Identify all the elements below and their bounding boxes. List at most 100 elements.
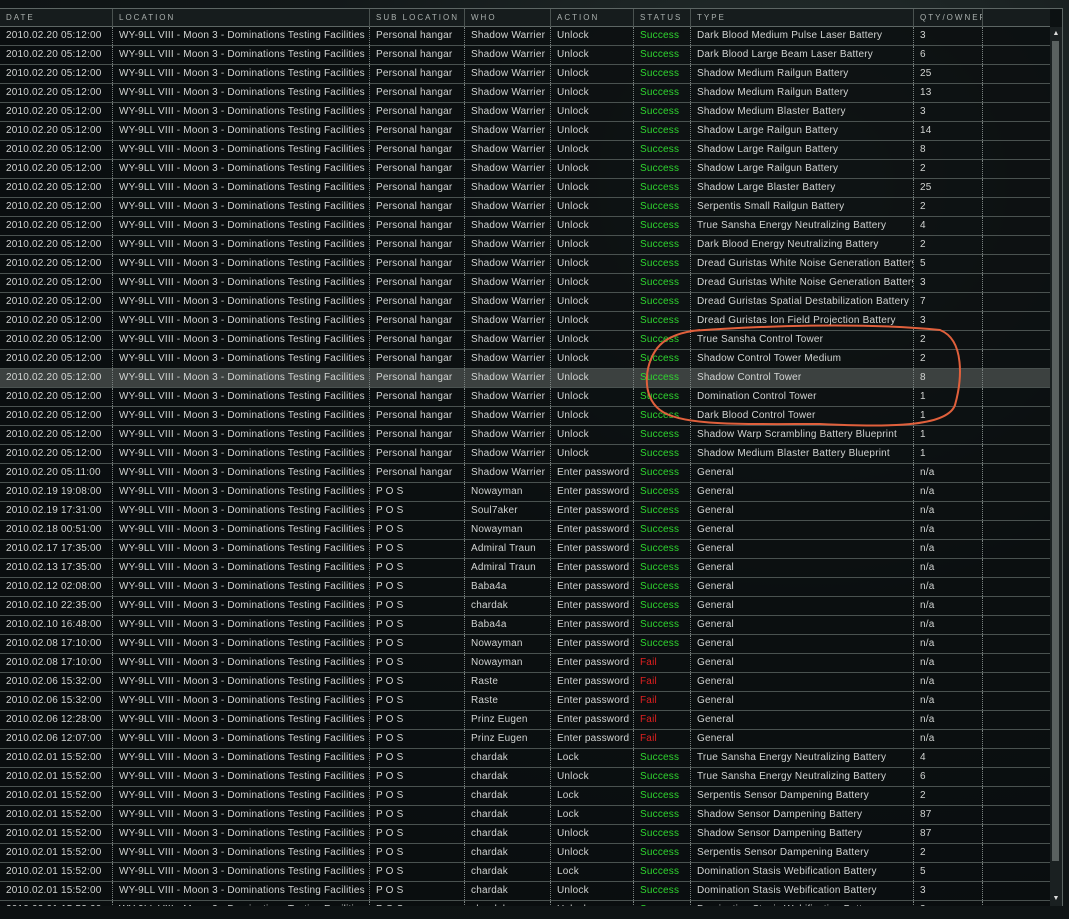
cell-qty-owner: 25 — [913, 65, 982, 83]
table-row[interactable]: 2010.02.01 15:52:00WY-9LL VIII - Moon 3 … — [0, 863, 1050, 882]
cell-sub-location: P O S — [369, 844, 464, 862]
header-who[interactable]: WHO — [464, 9, 550, 27]
cell-status: Success — [633, 388, 690, 406]
table-row[interactable]: 2010.02.01 15:52:00WY-9LL VIII - Moon 3 … — [0, 806, 1050, 825]
cell-status: Success — [633, 217, 690, 235]
table-row[interactable]: 2010.02.20 05:12:00 WY-9LL VIII - Moon 3 … — [0, 46, 1050, 65]
table-row[interactable]: 2010.02.20 05:12:00 WY-9LL VIII - Moon 3 … — [0, 331, 1050, 350]
table-row[interactable]: 2010.02.20 05:12:00 WY-9LL VIII - Moon 3 … — [0, 217, 1050, 236]
table-row[interactable]: 2010.02.12 02:08:00 WY-9LL VIII - Moon 3 … — [0, 578, 1050, 597]
cell-action: Enter password — [550, 635, 633, 653]
table-row[interactable]: 2010.02.20 05:12:00 WY-9LL VIII - Moon 3 … — [0, 236, 1050, 255]
table-row[interactable]: 2010.02.20 05:12:00 WY-9LL VIII - Moon 3 … — [0, 426, 1050, 445]
table-row[interactable]: 2010.02.20 05:12:00 WY-9LL VIII - Moon 3 … — [0, 141, 1050, 160]
cell-qty-owner: 2 — [913, 844, 982, 862]
table-row[interactable]: 2010.02.20 05:12:00 WY-9LL VIII - Moon 3 … — [0, 312, 1050, 331]
table-row[interactable]: 2010.02.01 15:52:00WY-9LL VIII - Moon 3 … — [0, 901, 1050, 906]
table-row[interactable]: 2010.02.06 12:28:00 WY-9LL VIII - Moon 3 … — [0, 711, 1050, 730]
cell-status: Fail — [633, 711, 690, 729]
table-row[interactable]: 2010.02.20 05:12:00 WY-9LL VIII - Moon 3 … — [0, 369, 1050, 388]
table-row[interactable]: 2010.02.20 05:12:00 WY-9LL VIII - Moon 3 … — [0, 407, 1050, 426]
table-row[interactable]: 2010.02.20 05:12:00 WY-9LL VIII - Moon 3 … — [0, 445, 1050, 464]
table-row[interactable]: 2010.02.20 05:12:00 WY-9LL VIII - Moon 3 … — [0, 350, 1050, 369]
cell-location: WY-9LL VIII - Moon 3 - Dominations Testi… — [112, 730, 369, 748]
table-row[interactable]: 2010.02.08 17:10:00 WY-9LL VIII - Moon 3 … — [0, 654, 1050, 673]
cell-qty-owner: 6 — [913, 46, 982, 64]
cell-action: Unlock — [550, 407, 633, 425]
cell-qty-owner: 87 — [913, 825, 982, 843]
table-row[interactable]: 2010.02.01 15:52:00WY-9LL VIII - Moon 3 … — [0, 882, 1050, 901]
cell-action: Unlock — [550, 65, 633, 83]
table-row[interactable]: 2010.02.13 17:35:00 WY-9LL VIII - Moon 3 … — [0, 559, 1050, 578]
table-row[interactable]: 2010.02.06 15:32:00 WY-9LL VIII - Moon 3 … — [0, 692, 1050, 711]
cell-date: 2010.02.01 15:52:00 — [6, 790, 102, 801]
scroll-down-arrow-icon[interactable]: ▼ — [1051, 894, 1061, 904]
table-row[interactable]: 2010.02.20 05:12:00 WY-9LL VIII - Moon 3 … — [0, 274, 1050, 293]
table-row[interactable]: 2010.02.20 05:12:00 WY-9LL VIII - Moon 3 … — [0, 65, 1050, 84]
cell-sub-location: Personal hangar — [369, 103, 464, 121]
cell-who: chardak — [464, 806, 550, 824]
cell-who: Shadow Warrier — [464, 312, 550, 330]
header-type[interactable]: TYPE — [690, 9, 913, 27]
cell-date: 2010.02.20 05:12:00 — [6, 30, 102, 41]
table-row[interactable]: 2010.02.17 17:35:00 WY-9LL VIII - Moon 3 … — [0, 540, 1050, 559]
table-row[interactable]: 2010.02.20 05:12:00 WY-9LL VIII - Moon 3 … — [0, 179, 1050, 198]
scroll-up-arrow-icon[interactable]: ▲ — [1051, 29, 1061, 39]
table-row[interactable]: 2010.02.20 05:12:00 WY-9LL VIII - Moon 3 … — [0, 122, 1050, 141]
cell-status: Success — [633, 844, 690, 862]
cell-location: WY-9LL VIII - Moon 3 - Dominations Testi… — [112, 635, 369, 653]
table-row[interactable]: 2010.02.20 05:12:00 WY-9LL VIII - Moon 3 … — [0, 293, 1050, 312]
table-row[interactable]: 2010.02.08 17:10:00 WY-9LL VIII - Moon 3 … — [0, 635, 1050, 654]
cell-status: Fail — [633, 673, 690, 691]
table-row[interactable]: 2010.02.20 05:12:00 WY-9LL VIII - Moon 3 … — [0, 255, 1050, 274]
header-location[interactable]: LOCATION — [112, 9, 369, 27]
table-row[interactable]: 2010.02.20 05:12:00 WY-9LL VIII - Moon 3 … — [0, 198, 1050, 217]
cell-spacer — [982, 407, 1050, 425]
header-qty-owner[interactable]: QTY/OWNER — [913, 9, 982, 27]
table-row[interactable]: 2010.02.10 16:48:00 WY-9LL VIII - Moon 3 … — [0, 616, 1050, 635]
cell-spacer — [982, 331, 1050, 349]
cell-status: Success — [633, 160, 690, 178]
cell-who: Shadow Warrier — [464, 369, 550, 387]
table-row[interactable]: 2010.02.01 15:52:00WY-9LL VIII - Moon 3 … — [0, 825, 1050, 844]
cell-date: 2010.02.20 05:12:00 — [6, 106, 102, 117]
cell-action: Unlock — [550, 274, 633, 292]
cell-type: General — [690, 711, 913, 729]
cell-qty-owner: 2 — [913, 160, 982, 178]
cell-date: 2010.02.01 15:52:00 — [0, 901, 112, 906]
table-row[interactable]: 2010.02.01 15:52:00WY-9LL VIII - Moon 3 … — [0, 749, 1050, 768]
header-status[interactable]: STATUS — [633, 9, 690, 27]
table-row[interactable]: 2010.02.20 05:12:00 WY-9LL VIII - Moon 3 … — [0, 27, 1050, 46]
header-action[interactable]: ACTION — [550, 9, 633, 27]
header-sub-location[interactable]: SUB LOCATION — [369, 9, 464, 27]
table-row[interactable]: 2010.02.20 05:12:00 WY-9LL VIII - Moon 3 … — [0, 103, 1050, 122]
vertical-scrollbar[interactable]: ▲ ▼ — [1050, 27, 1062, 906]
cell-date: 2010.02.20 05:12:00 — [6, 353, 102, 364]
table-row[interactable]: 2010.02.10 22:35:00 WY-9LL VIII - Moon 3 … — [0, 597, 1050, 616]
table-row[interactable]: 2010.02.20 05:12:00 WY-9LL VIII - Moon 3 … — [0, 84, 1050, 103]
table-row[interactable]: 2010.02.20 05:12:00 WY-9LL VIII - Moon 3 … — [0, 388, 1050, 407]
cell-action: Enter password — [550, 578, 633, 596]
table-row[interactable]: 2010.02.18 00:51:00 WY-9LL VIII - Moon 3 … — [0, 521, 1050, 540]
cell-who: Shadow Warrier — [464, 46, 550, 64]
table-row[interactable]: 2010.02.20 05:12:00 WY-9LL VIII - Moon 3 … — [0, 160, 1050, 179]
header-date[interactable]: DATE — [0, 9, 112, 27]
cell-spacer — [982, 160, 1050, 178]
cell-qty-owner: 5 — [913, 255, 982, 273]
cell-spacer — [982, 825, 1050, 843]
cell-spacer — [982, 388, 1050, 406]
cell-type: General — [690, 616, 913, 634]
cell-sub-location: Personal hangar — [369, 65, 464, 83]
table-row[interactable]: 2010.02.01 15:52:00WY-9LL VIII - Moon 3 … — [0, 844, 1050, 863]
table-row[interactable]: 2010.02.06 12:07:00 WY-9LL VIII - Moon 3 … — [0, 730, 1050, 749]
scrollbar-thumb[interactable] — [1052, 41, 1059, 861]
table-row[interactable]: 2010.02.01 15:52:00WY-9LL VIII - Moon 3 … — [0, 787, 1050, 806]
table-row[interactable]: 2010.02.20 05:11:00 WY-9LL VIII - Moon 3 … — [0, 464, 1050, 483]
cell-location: WY-9LL VIII - Moon 3 - Dominations Testi… — [112, 179, 369, 197]
cell-type: General — [690, 635, 913, 653]
table-row[interactable]: 2010.02.01 15:52:00WY-9LL VIII - Moon 3 … — [0, 768, 1050, 787]
cell-location: WY-9LL VIII - Moon 3 - Dominations Testi… — [112, 711, 369, 729]
table-row[interactable]: 2010.02.19 17:31:00 WY-9LL VIII - Moon 3 … — [0, 502, 1050, 521]
table-row[interactable]: 2010.02.06 15:32:00 WY-9LL VIII - Moon 3 … — [0, 673, 1050, 692]
table-row[interactable]: 2010.02.19 19:08:00 WY-9LL VIII - Moon 3 … — [0, 483, 1050, 502]
